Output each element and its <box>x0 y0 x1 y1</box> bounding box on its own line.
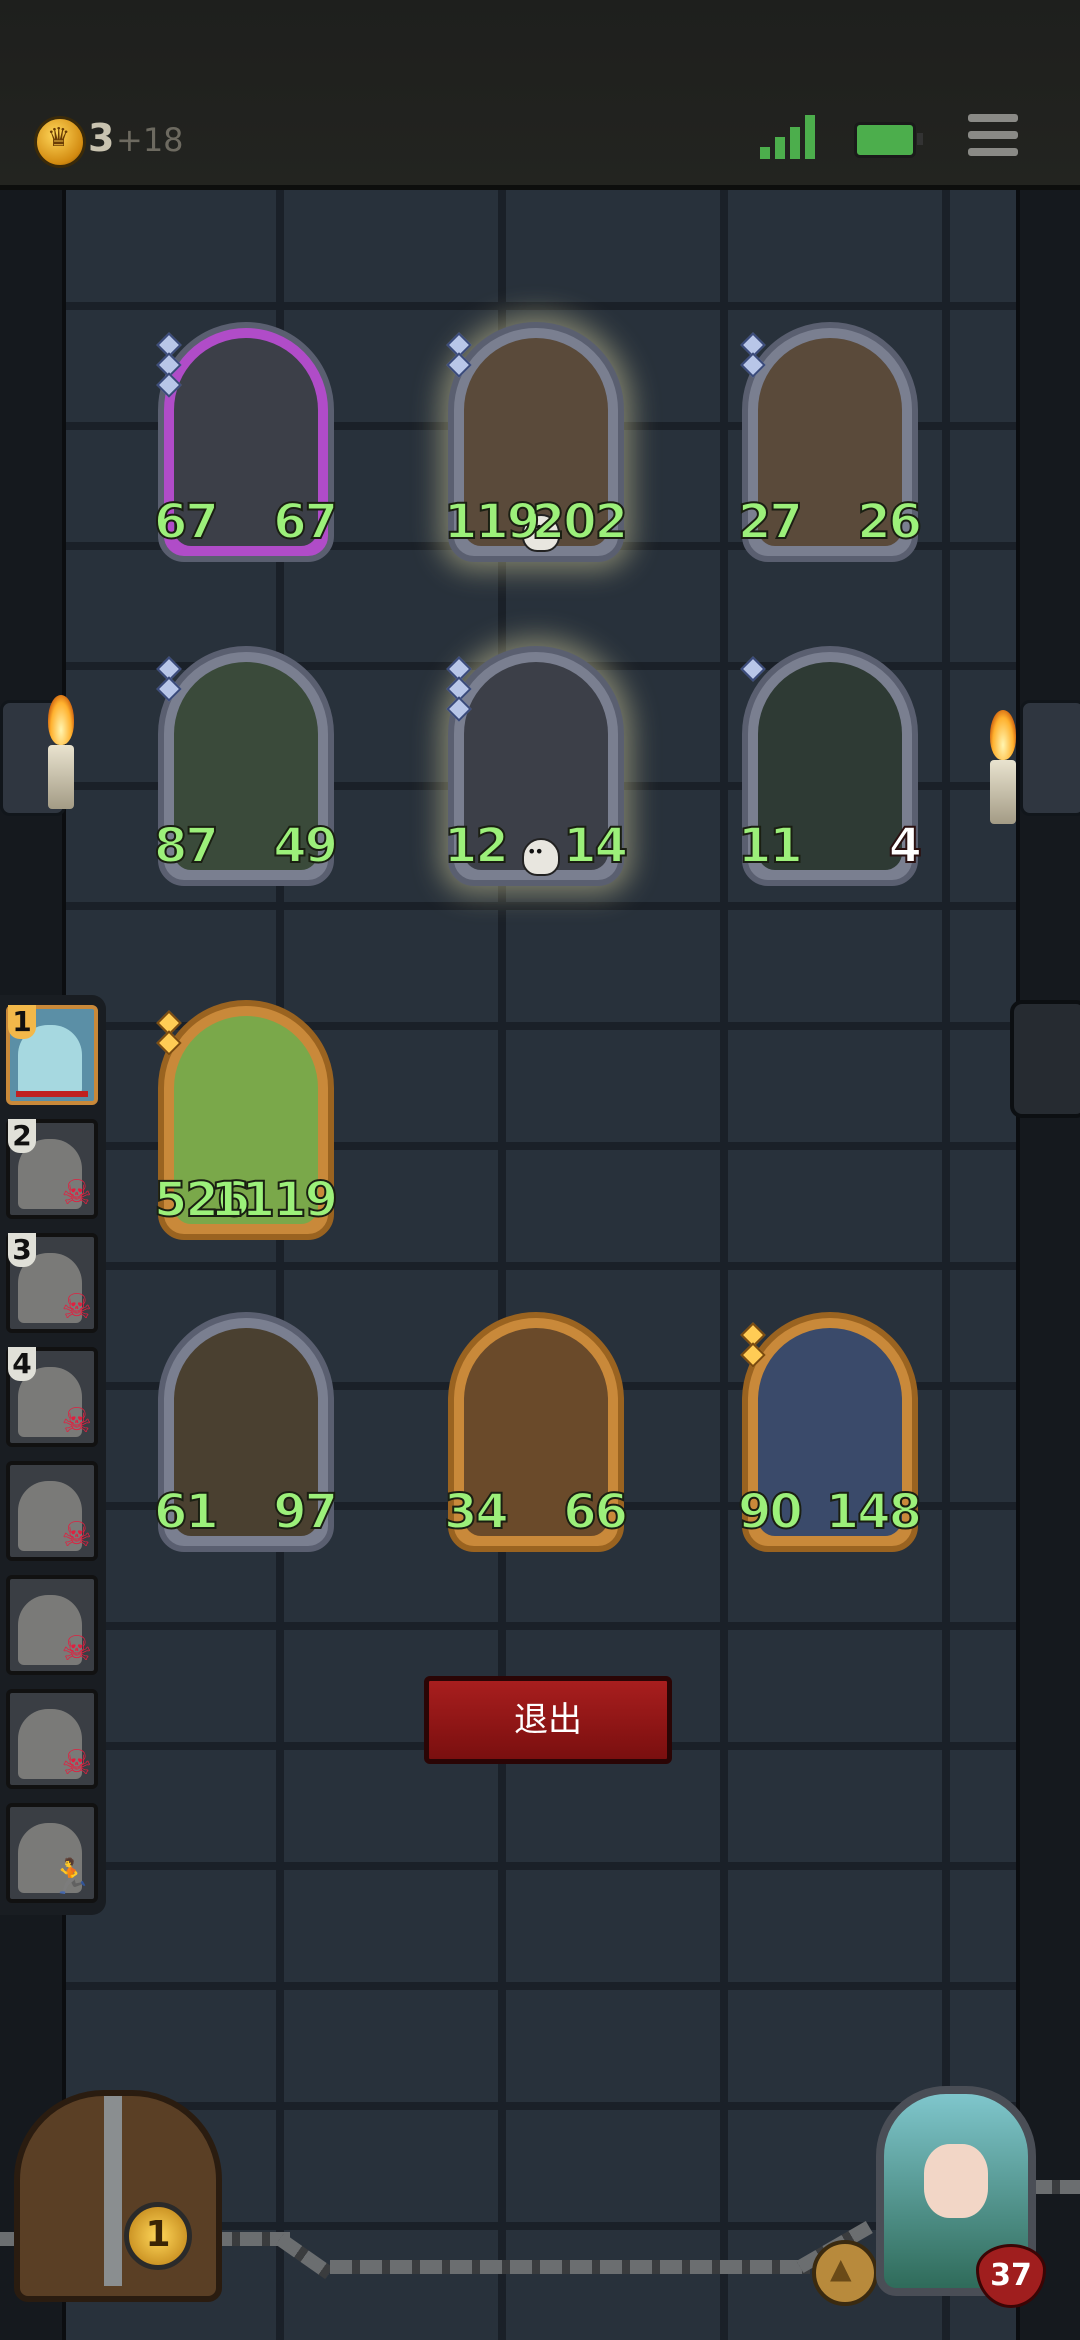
unit-card-elf-sorceress[interactable]: 90 148 <box>737 1312 923 1552</box>
unit-attack: 34 <box>443 1483 510 1541</box>
queue-slot[interactable]: 2 ☠ <box>6 1119 98 1219</box>
queue-slot[interactable]: 3 ☠ <box>6 1233 98 1333</box>
unit-health: 14 <box>562 817 629 875</box>
unit-card-leaf-child[interactable]: 526 1119 <box>153 1000 339 1240</box>
unit-health: 97 <box>272 1483 339 1541</box>
queue-number: 4 <box>8 1347 36 1381</box>
unit-attack: 12 <box>443 817 510 875</box>
queue-health-bar <box>16 1091 88 1097</box>
treasure-chest-icon[interactable] <box>14 2090 222 2302</box>
unit-card-armored-knight[interactable]: 67 67 <box>153 322 339 562</box>
unit-attack: 61 <box>153 1483 220 1541</box>
top-status-bar: 3 +18 <box>0 0 1080 191</box>
dead-skull-icon: ☠ <box>61 1401 92 1441</box>
dead-skull-icon: ☠ <box>61 1629 92 1669</box>
unit-card-armored-knight[interactable]: 12 14 <box>443 646 629 886</box>
queue-number: 2 <box>8 1119 36 1153</box>
gold-coin-icon <box>34 116 86 168</box>
left-flame-icon <box>48 695 74 745</box>
turn-queue: 1 2 ☠ 3 ☠ 4 ☠ ☠ ☠ ☠ 🏃 <box>0 995 106 1915</box>
left-candle-icon <box>48 745 74 809</box>
queue-number: 1 <box>8 1005 36 1039</box>
right-flame-icon <box>990 710 1016 760</box>
unit-health: 148 <box>825 1483 923 1541</box>
queue-slot[interactable]: 4 ☠ <box>6 1347 98 1447</box>
right-pillar <box>1016 190 1080 2340</box>
unit-health: 67 <box>272 493 339 551</box>
queue-slot[interactable]: 🏃 <box>6 1803 98 1903</box>
unit-card-red-box-robot[interactable]: 119202 <box>443 322 629 562</box>
unit-card-red-box-robot[interactable]: 27 26 <box>737 322 923 562</box>
chest-count: 1 <box>124 2202 192 2270</box>
unit-card-red-imp[interactable]: 34 66 <box>443 1312 629 1552</box>
exit-button[interactable]: 退出 <box>424 1676 672 1764</box>
queue-slot[interactable]: 1 <box>6 1005 98 1105</box>
gold-count: 3 <box>88 116 115 160</box>
dead-skull-icon: ☠ <box>61 1515 92 1555</box>
dead-skull-icon: ☠ <box>61 1173 92 1213</box>
dead-skull-icon: ☠ <box>61 1287 92 1327</box>
unit-attack: 27 <box>737 493 804 551</box>
queue-slot[interactable]: ☠ <box>6 1575 98 1675</box>
unit-attack: 90 <box>737 1483 804 1541</box>
menu-icon[interactable] <box>968 112 1018 158</box>
chain-bottom <box>330 2260 810 2274</box>
unit-card-fanged-plant[interactable]: 87 49 <box>153 646 339 886</box>
chain-right <box>1030 2180 1080 2194</box>
unit-card-skeleton-shadow[interactable]: 11 4 <box>737 646 923 886</box>
queue-slot[interactable]: ☠ <box>6 1689 98 1789</box>
fleeing-icon: 🏃 <box>49 1857 92 1897</box>
unit-health: 1119 <box>209 1171 339 1229</box>
unit-health: 26 <box>856 493 923 551</box>
unit-attack: 11 <box>737 817 804 875</box>
unit-health: 66 <box>562 1483 629 1541</box>
right-sconce <box>1020 700 1080 816</box>
signal-icon <box>760 115 816 159</box>
unit-health: 49 <box>272 817 339 875</box>
unit-attack: 87 <box>153 817 220 875</box>
dead-skull-icon: ☠ <box>61 1743 92 1783</box>
door-lock <box>1010 1000 1080 1118</box>
battery-icon <box>854 122 923 158</box>
gold-bonus: +18 <box>116 121 184 159</box>
unit-attack: 119 <box>443 493 541 551</box>
queue-number: 3 <box>8 1233 36 1267</box>
queue-slot[interactable]: ☠ <box>6 1461 98 1561</box>
unit-health: 4 <box>888 817 923 875</box>
unit-health: 202 <box>531 493 629 551</box>
acorn-icon[interactable] <box>812 2240 878 2306</box>
unit-card-witch-goblin[interactable]: 61 97 <box>153 1312 339 1552</box>
skull-icon <box>522 838 560 876</box>
hero-face <box>924 2144 988 2218</box>
unit-attack: 67 <box>153 493 220 551</box>
right-candle-icon <box>990 760 1016 824</box>
